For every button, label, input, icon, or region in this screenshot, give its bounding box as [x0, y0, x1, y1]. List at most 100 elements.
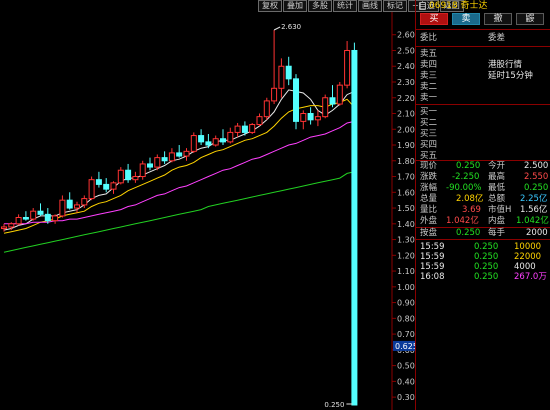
draw-line-button[interactable]: 画线: [358, 0, 382, 12]
price-axis-label: 1.900: [397, 141, 415, 150]
quote-row: 涨跌: [420, 172, 438, 182]
sell-level-3[interactable]: 卖三: [420, 71, 437, 82]
stock-code: 06918: [429, 1, 458, 11]
candle-down: [37, 210, 44, 215]
price-axis-label: 2.200: [397, 94, 415, 103]
overlay-button[interactable]: 叠加: [283, 0, 307, 12]
candle-down: [285, 65, 292, 80]
ma-line-ma60: [3, 171, 355, 253]
sell-level-2[interactable]: 卖二: [420, 82, 437, 93]
buy-level-1[interactable]: 买一: [420, 107, 437, 118]
quote-row: 最高: [488, 172, 506, 182]
sell-level-4[interactable]: 卖四: [420, 60, 437, 71]
weicha-row: 委差: [488, 33, 505, 44]
candle-down: [103, 183, 110, 190]
buy-level-2[interactable]: 买二: [420, 118, 437, 129]
sell-level-5[interactable]: 卖五: [420, 49, 437, 60]
candle-up: [8, 223, 15, 228]
candle-up: [81, 198, 88, 206]
candle-down: [95, 179, 102, 185]
candle-up: [88, 179, 95, 200]
cancel-order-button[interactable]: 撤: [484, 13, 512, 25]
quote-row: 总量: [420, 194, 438, 204]
total-amount: 2.25亿: [520, 194, 548, 204]
low-price: 0.250: [524, 183, 549, 193]
notice-delay: 延时15分钟: [488, 71, 533, 81]
sell-button[interactable]: 卖: [452, 13, 480, 25]
quote-row: 外盘: [420, 216, 438, 226]
candle-up: [344, 49, 351, 86]
anpan-label: 按盘: [420, 228, 438, 238]
candle-up: [190, 135, 197, 152]
lock-icon[interactable]: [419, 2, 426, 10]
fuquan-button[interactable]: 复权: [258, 0, 282, 12]
misc-button[interactable]: 鼹: [516, 13, 544, 25]
stats-button[interactable]: 统计: [333, 0, 357, 12]
candle-up: [139, 163, 146, 178]
quote-row: 市值H: [488, 205, 512, 215]
quote-row: 内盘: [488, 216, 506, 226]
candle-down: [66, 199, 73, 209]
candle-down: [205, 141, 212, 146]
price-axis-label: 1.300: [397, 236, 415, 245]
low-marker-label: 0.250: [324, 401, 344, 409]
high-marker-line: [273, 26, 281, 31]
inner-volume: 1.042亿: [516, 216, 549, 226]
mark-button[interactable]: 标记: [383, 0, 407, 12]
notice-hk-quote: 港股行情: [488, 60, 523, 70]
price-axis-label: 0.900: [397, 299, 415, 308]
candle-down: [22, 217, 29, 220]
lot-row: 每手: [488, 228, 505, 239]
candle-up: [314, 116, 321, 121]
price-axis-label: 1.000: [397, 283, 415, 292]
price-axis-label: 1.700: [397, 173, 415, 182]
stock-header: 06918 奇士达: [416, 0, 550, 13]
price-axis-label: 0.500: [397, 362, 415, 371]
kline-chart[interactable]: 2.600 2.500 2.400 2.300 2.200 2.100 2.000 1.900…: [0, 0, 464, 410]
tick-time: 16:08: [420, 272, 445, 282]
candle-up: [322, 97, 329, 118]
price-axis-label: 1.600: [397, 188, 415, 197]
quote-panel: 06918 奇士达 买 卖 撤 鼹 委比 委差 卖五 卖四 卖三 卖二 卖一 港…: [415, 0, 550, 410]
candle-down: [293, 78, 299, 122]
candle-down: [198, 135, 205, 143]
high-marker-label: 2.630: [281, 23, 301, 31]
buy-level-3[interactable]: 买三: [420, 129, 437, 140]
price-axis-label: 2.000: [397, 125, 415, 134]
buy-button[interactable]: 买: [420, 13, 448, 25]
divider: [416, 46, 550, 47]
weibi-label: 委比: [420, 33, 438, 43]
anpan-value: 0.250: [456, 228, 481, 238]
volume-ratio: 3.69: [462, 205, 481, 215]
candle-up: [300, 113, 307, 122]
price-axis-label: 0.400: [397, 377, 415, 386]
market-cap: 1.56亿: [520, 205, 548, 215]
candle-up: [168, 152, 175, 162]
price-axis-label: 1.100: [397, 267, 415, 276]
price-axis-label: 2.500: [397, 46, 415, 55]
candle-up: [256, 116, 263, 126]
tick-price: 0.250: [474, 272, 499, 282]
candle-up: [1, 226, 7, 230]
quote-row: 现价: [420, 161, 438, 171]
tick-volume: 267.0万: [514, 272, 547, 282]
candle-up: [234, 125, 241, 133]
kline-svg[interactable]: 2.600 2.500 2.400 2.300 2.200 2.100 2.000 1.900…: [0, 0, 415, 410]
multi-stock-button[interactable]: 多股: [308, 0, 332, 12]
price-axis-label: 2.600: [397, 31, 415, 40]
buy-level-4[interactable]: 买四: [420, 140, 437, 151]
candle-up: [30, 210, 37, 220]
candle-up: [336, 84, 343, 105]
candle-up: [117, 169, 124, 184]
price-axis-label: 1.400: [397, 220, 415, 229]
quote-row: 最低: [488, 183, 506, 193]
candle-down: [147, 163, 153, 168]
candle-down: [351, 49, 358, 406]
price-axis-label: 1.200: [397, 251, 415, 260]
trade-tabs: 买 卖 撤 鼹: [420, 13, 548, 25]
current-price: 0.250: [456, 161, 481, 171]
price-axis-label: 2.300: [397, 78, 415, 87]
candle-up: [249, 124, 256, 133]
sell-level-1[interactable]: 卖一: [420, 93, 437, 104]
ma-line-ma20: [4, 120, 355, 225]
